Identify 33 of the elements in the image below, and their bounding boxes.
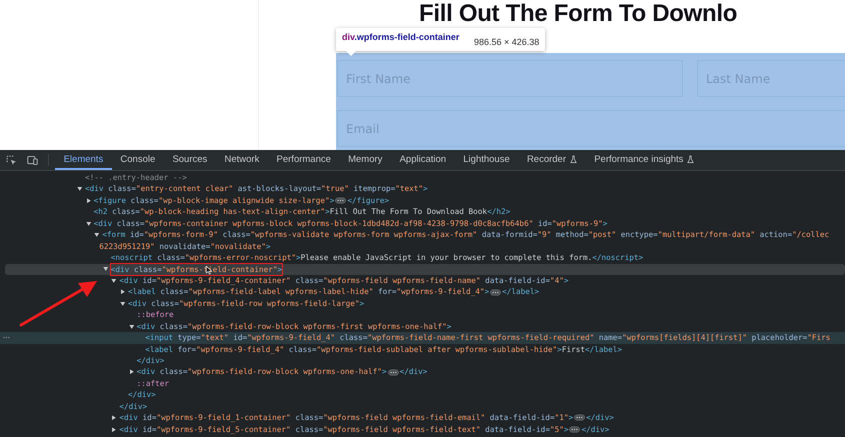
triangle-right-icon[interactable]	[120, 289, 126, 295]
element-selector-label: div.wpforms-field-container	[342, 32, 460, 42]
triangle-right-icon[interactable]	[111, 426, 117, 432]
ellipsis-badge-icon[interactable]	[490, 288, 502, 296]
triangle-right-icon[interactable]	[86, 198, 92, 204]
ellipsis-badge-icon[interactable]	[388, 368, 399, 376]
devtools-tab[interactable]: Performance insights	[586, 150, 704, 170]
triangle-right-icon[interactable]	[128, 369, 134, 375]
ellipsis-badge-icon[interactable]	[574, 414, 586, 422]
devtools-tab[interactable]: Lighthouse	[454, 150, 518, 170]
devtools-tab[interactable]: Elements	[55, 150, 112, 170]
element-size-label: 986.56 × 426.38	[474, 36, 540, 47]
device-toolbar-icon[interactable]	[27, 154, 38, 166]
devtools-tab[interactable]: Network	[216, 150, 268, 170]
devtools-tab[interactable]: Recorder	[518, 150, 586, 170]
devtools-tab[interactable]: Sources	[164, 150, 216, 170]
devtools-tab[interactable]: Memory	[340, 150, 391, 170]
devtools-tab[interactable]: Application	[391, 150, 455, 170]
triangle-down-icon[interactable]	[128, 324, 134, 330]
devtools-tab[interactable]: Console	[112, 150, 164, 170]
ellipsis-badge-icon[interactable]	[569, 426, 580, 433]
ellipsis-badge-icon[interactable]	[335, 197, 346, 204]
triangle-down-icon[interactable]	[86, 220, 92, 226]
triangle-down-icon[interactable]	[77, 186, 82, 192]
devtools-tab[interactable]: Performance	[268, 150, 340, 170]
triangle-down-icon[interactable]	[111, 278, 117, 284]
triangle-down-icon[interactable]	[120, 300, 126, 306]
triangle-down-icon[interactable]	[102, 266, 108, 272]
inspect-element-icon[interactable]	[6, 154, 17, 166]
ellipsis-icon[interactable]	[3, 336, 10, 340]
triangle-down-icon[interactable]	[94, 232, 100, 238]
triangle-right-icon[interactable]	[111, 415, 117, 421]
page-heading: Fill Out The Form To Downlo	[419, 0, 738, 28]
